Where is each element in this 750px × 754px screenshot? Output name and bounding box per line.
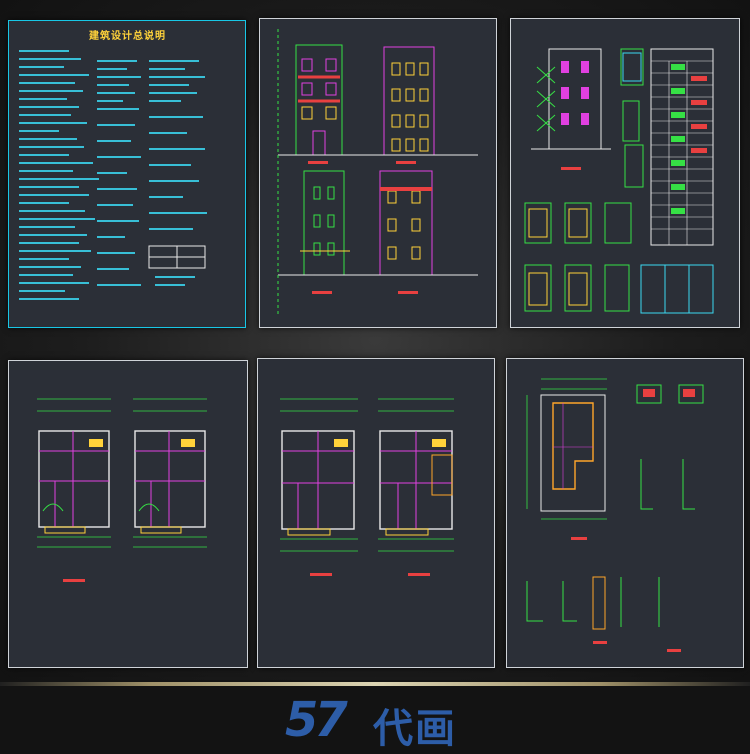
elevation-drawings	[277, 29, 478, 315]
brand-logo: 57 代画	[285, 690, 485, 752]
roof-plan-and-details	[526, 378, 704, 652]
floor-plan-drawings-2	[280, 398, 454, 576]
sheet-elevations	[259, 18, 497, 328]
section-and-window-details	[524, 48, 714, 314]
sheet-roof-and-details	[506, 358, 744, 668]
design-notes-text-block	[19, 50, 207, 300]
sheet-floor-plans-2	[257, 358, 495, 668]
floor-highlight	[0, 682, 750, 686]
logo-number: 57	[285, 692, 348, 748]
sheet-floor-plans-1	[8, 360, 248, 668]
sheet-design-notes: 建筑设计总说明	[8, 20, 246, 328]
sheet-section-and-schedule	[510, 18, 740, 328]
floor-plan-drawings-1	[37, 398, 207, 582]
logo-text: 代画	[373, 706, 457, 752]
